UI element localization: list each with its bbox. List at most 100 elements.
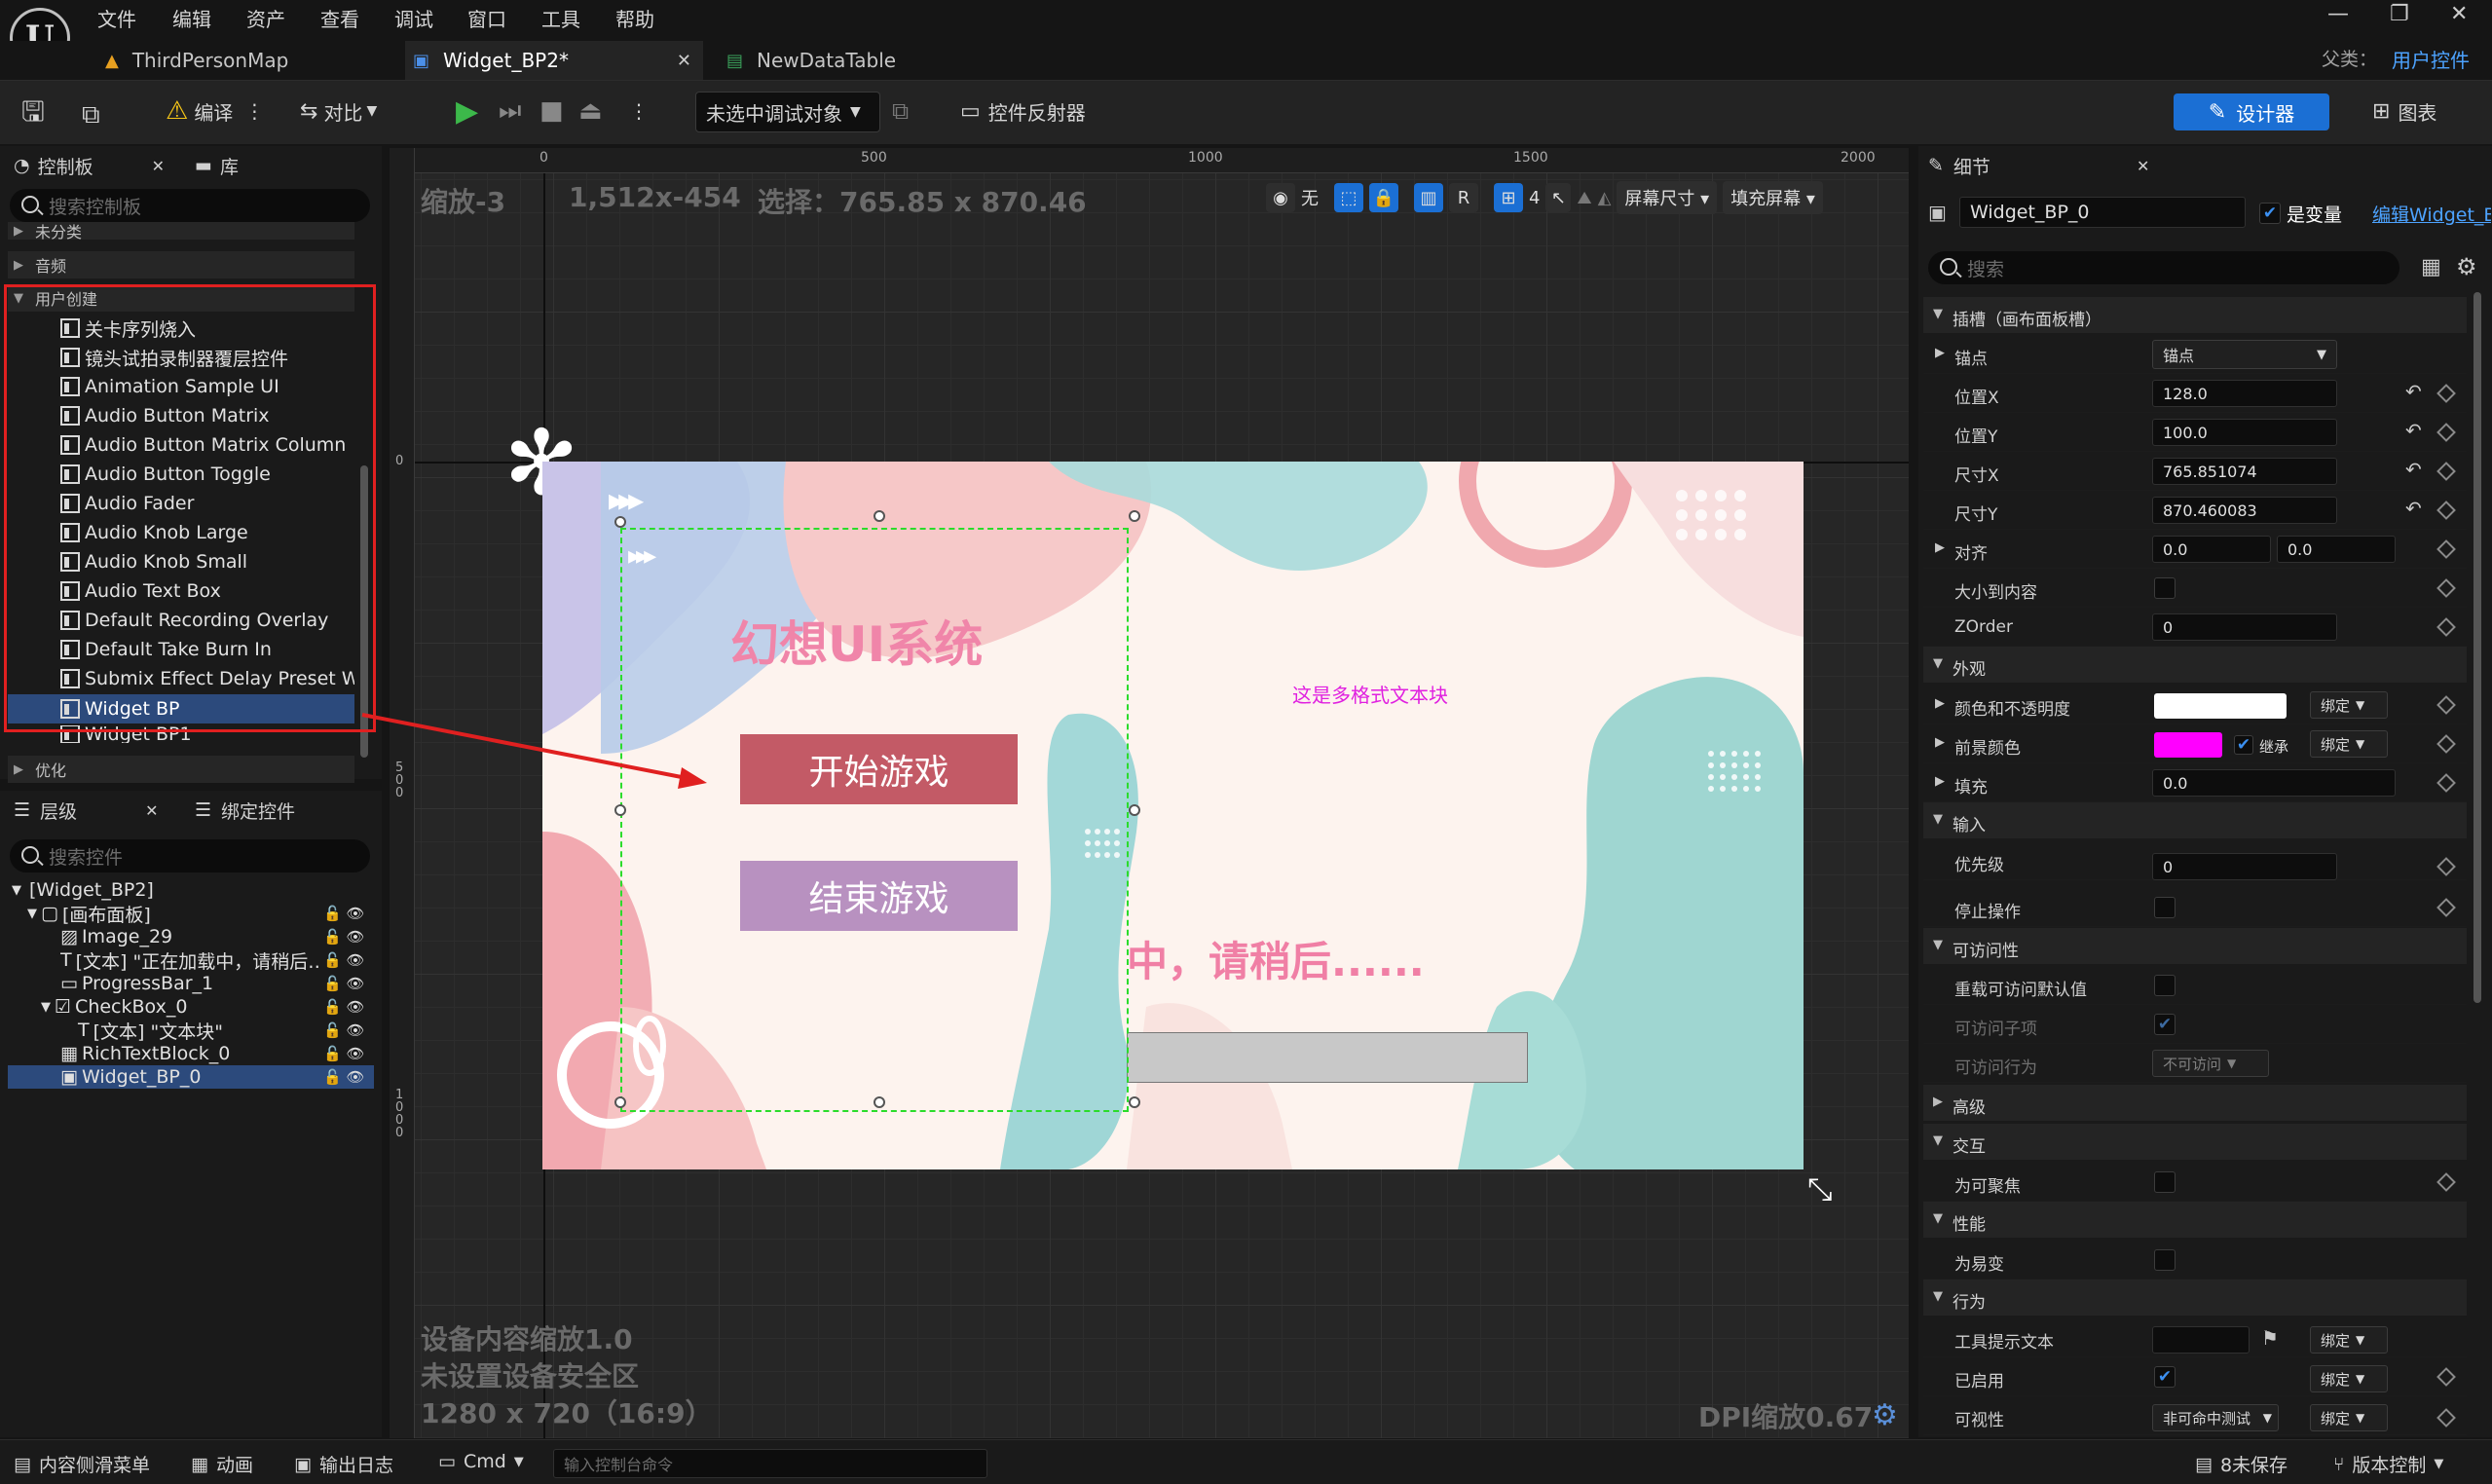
more-play-icon[interactable]: ⋮	[629, 90, 649, 132]
landscape-icon[interactable]: ⛰	[1577, 188, 1591, 208]
stop-icon[interactable]: ■	[539, 90, 564, 132]
grid-size[interactable]: 4	[1529, 188, 1540, 208]
section-slot[interactable]: ▼ 插槽（画布面板槽）	[1923, 297, 2467, 334]
eject-icon[interactable]: ⏏	[578, 90, 603, 132]
parent-class-link[interactable]: 用户控件	[2392, 45, 2470, 73]
tab-newdatatable[interactable]: ▤ NewDataTable	[719, 41, 972, 80]
align-x-input[interactable]: 0.0	[2152, 536, 2271, 563]
tree-item-progressbar[interactable]: ▭ ProgressBar_1	[60, 972, 213, 995]
section-behavior[interactable]: ▼ 行为	[1923, 1280, 2467, 1317]
close-tab-icon[interactable]: ✕	[677, 51, 691, 71]
size-to-content-checkbox[interactable]	[2154, 577, 2176, 599]
is-variable-checkbox[interactable]: ✔	[2259, 203, 2281, 224]
compile-button[interactable]: ⚠ 编译 ⋮	[166, 90, 264, 132]
lock-icon[interactable]: 🔒	[1369, 183, 1398, 212]
selection-outline[interactable]	[620, 528, 1129, 1112]
tree-item-text[interactable]: T[文本] "正在加载中，请稍后……"	[60, 948, 321, 972]
tree-item-textblock[interactable]: T [文本] "文本块"	[78, 1019, 223, 1043]
tree-item-checkbox[interactable]: ▼ ☑ CheckBox_0	[41, 995, 187, 1019]
reset-icon[interactable]: ↶	[2405, 458, 2422, 481]
settings-gear-icon[interactable]: ⚙	[2456, 253, 2477, 280]
browse-icon[interactable]: ⧉	[82, 93, 100, 136]
step-icon[interactable]: ⏭	[499, 90, 521, 132]
tree-item-root[interactable]: ▼ [Widget_BP2]	[12, 878, 154, 902]
palette-search-input[interactable]: 搜索控制板	[10, 189, 370, 222]
close-window-icon[interactable]: ✕	[2450, 2, 2468, 26]
resize-handle[interactable]	[1129, 510, 1140, 522]
tree-item-richtext[interactable]: ▦ RichTextBlock_0	[60, 1042, 230, 1065]
tree-item-canvas[interactable]: ▼ ▢ [画布面板]	[27, 902, 151, 926]
reset-icon[interactable]: ↶	[2405, 497, 2422, 520]
bind-dropdown[interactable]: 绑定 ▼	[2310, 1365, 2388, 1392]
section-advanced[interactable]: ▶ 高级	[1923, 1085, 2467, 1122]
category-uncategorized[interactable]: ▶ 未分类	[8, 222, 354, 240]
section-performance[interactable]: ▼ 性能	[1923, 1202, 2467, 1239]
tree-item-image[interactable]: ▨ Image_29	[60, 925, 172, 948]
more-options-icon[interactable]: ⋮	[244, 99, 264, 123]
widget-name-input[interactable]: Widget_BP_0	[1959, 197, 2246, 228]
menu-asset[interactable]: 资产	[246, 4, 285, 32]
chevron-right-icon[interactable]: ▶	[1935, 735, 1945, 750]
animation-button[interactable]: ▦ 动画	[191, 1451, 253, 1477]
content-drawer-button[interactable]: ▤ 内容侧滑菜单	[14, 1451, 150, 1477]
restore-icon[interactable]: ❐	[2390, 2, 2409, 26]
menu-debug[interactable]: 调试	[394, 4, 433, 32]
r-toggle[interactable]: R	[1449, 183, 1478, 212]
resize-handle[interactable]	[1129, 1096, 1140, 1108]
debug-filter-icon[interactable]: ⧉	[892, 90, 909, 132]
save-icon[interactable]: 🖫	[21, 93, 45, 136]
localization-flag-icon[interactable]: ⚑	[2261, 1326, 2279, 1350]
menu-tools[interactable]: 工具	[541, 4, 580, 32]
unsaved-button[interactable]: ▤ 8未保存	[2195, 1451, 2287, 1477]
tab-palette[interactable]: ◔ 控制板 ✕	[14, 148, 165, 183]
globe-icon[interactable]: ◉	[1266, 183, 1295, 212]
resize-handle[interactable]	[614, 516, 626, 528]
resize-handle[interactable]	[614, 1096, 626, 1108]
enabled-checkbox[interactable]: ✔	[2154, 1366, 2176, 1388]
size-y-input[interactable]: 870.460083	[2152, 497, 2337, 524]
none-label[interactable]: 无	[1301, 185, 1319, 210]
visibility-toggles[interactable]: 🔓 👁 🔓 👁 🔓 👁 🔓 👁 🔓 👁 🔓 👁 🔓 👁 🔓 👁	[323, 902, 372, 1089]
chevron-right-icon[interactable]: ▶	[1935, 540, 1945, 555]
source-control-button[interactable]: ⑂ 版本控制 ▼	[2333, 1451, 2443, 1477]
section-interaction[interactable]: ▼ 交互	[1923, 1124, 2467, 1161]
mirror-icon[interactable]: ◭	[1598, 188, 1612, 208]
padding-input[interactable]: 0.0	[2152, 769, 2396, 797]
resize-canvas-icon[interactable]: ⤡	[1807, 1170, 1833, 1208]
bind-dropdown[interactable]: 绑定 ▼	[2310, 1404, 2388, 1431]
align-y-input[interactable]: 0.0	[2277, 536, 2396, 563]
pos-x-input[interactable]: 128.0	[2152, 380, 2337, 407]
graph-mode-button[interactable]: ⊞ 图表	[2372, 90, 2436, 132]
tab-bind-widgets[interactable]: ☰ 绑定控件	[195, 793, 295, 828]
console-command-input[interactable]: 输入控制台命令	[553, 1449, 987, 1478]
layout-icon[interactable]: ▥	[1414, 183, 1443, 212]
close-tab-icon[interactable]: ✕	[2137, 157, 2149, 175]
debug-target-dropdown[interactable]: 未选中调试对象 ▼	[695, 92, 880, 132]
resize-handle[interactable]	[1129, 804, 1140, 816]
tree-item-widget-bp0-selected[interactable]: ▣ Widget_BP_0	[8, 1065, 374, 1089]
close-tab-icon[interactable]: ✕	[145, 801, 158, 820]
override-accessible-checkbox[interactable]	[2154, 975, 2176, 996]
tab-hierarchy[interactable]: ☰ 层级 ✕	[14, 793, 158, 828]
close-tab-icon[interactable]: ✕	[152, 157, 165, 175]
menu-file[interactable]: 文件	[97, 4, 136, 32]
menu-view[interactable]: 查看	[320, 4, 359, 32]
priority-input[interactable]: 0	[2152, 853, 2337, 880]
section-input[interactable]: ▼ 输入	[1923, 802, 2467, 839]
menu-help[interactable]: 帮助	[615, 4, 654, 32]
grid-icon[interactable]: ⊞	[1494, 183, 1523, 212]
volatile-checkbox[interactable]	[2154, 1249, 2176, 1271]
cmd-dropdown[interactable]: ▭ Cmd ▼	[438, 1451, 524, 1472]
reset-icon[interactable]: ↶	[2405, 380, 2422, 403]
details-search-input[interactable]: 搜索	[1928, 251, 2399, 284]
category-audio[interactable]: ▶ 音频	[8, 251, 354, 278]
play-icon[interactable]: ▶	[456, 90, 478, 132]
select-icon[interactable]: ⬚	[1334, 183, 1363, 212]
reset-icon[interactable]: ↶	[2405, 419, 2422, 442]
visibility-dropdown[interactable]: 非可命中测试 ▼	[2152, 1404, 2279, 1431]
section-accessibility[interactable]: ▼ 可访问性	[1923, 928, 2467, 965]
menu-edit[interactable]: 编辑	[172, 4, 211, 32]
menu-window[interactable]: 窗口	[467, 4, 506, 32]
widget-canvas[interactable]: ▸▸▸ ▸▸▸ 幻想UI系统 开始游戏 结束游戏 这是多格式文本块 中，请稍后.…	[542, 462, 1804, 1169]
details-scrollbar[interactable]	[2473, 292, 2481, 1003]
